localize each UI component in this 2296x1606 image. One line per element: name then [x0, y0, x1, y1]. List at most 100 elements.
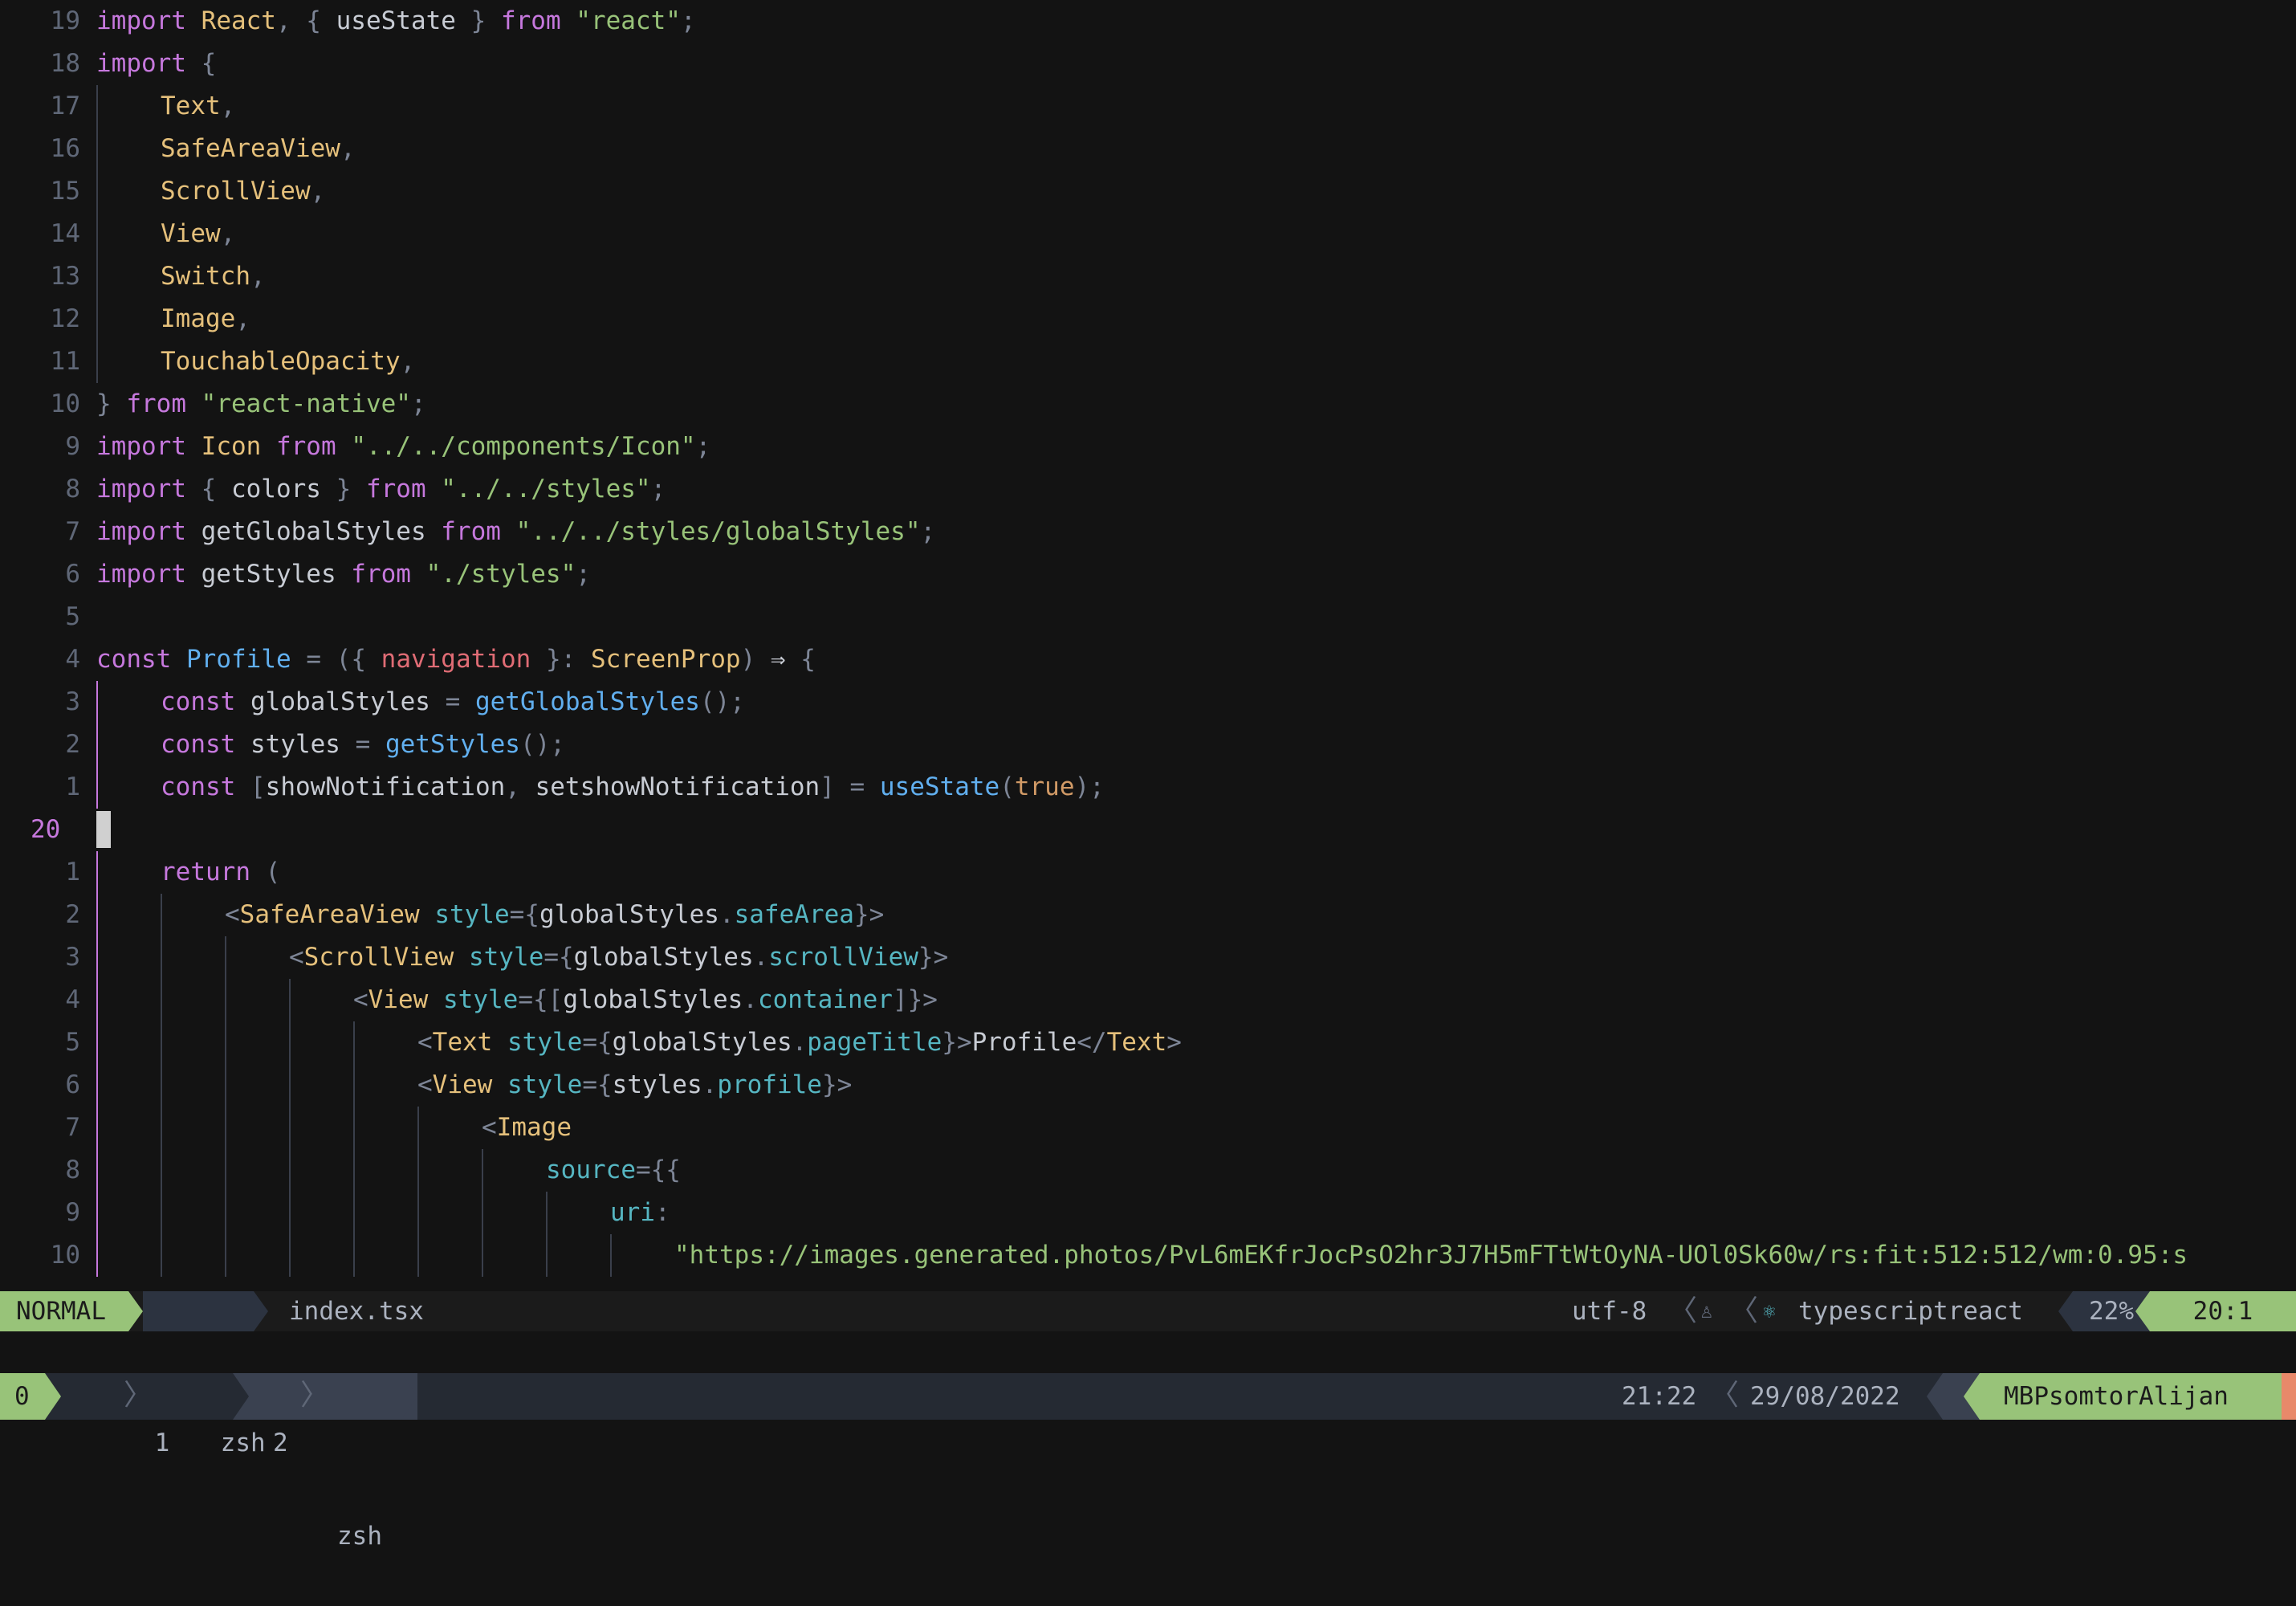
command-line[interactable]	[0, 1331, 2296, 1373]
code-token: ;	[920, 517, 936, 546]
tmux-window-2[interactable]: 2 〈 zsh	[249, 1373, 417, 1551]
code-line[interactable]: 16 SafeAreaView,	[0, 128, 2296, 170]
indent-guide	[161, 1021, 162, 1064]
line-number: 18	[50, 49, 80, 78]
current-line[interactable]: 20	[0, 809, 2296, 851]
code-line[interactable]: 1 const [showNotification, setshowNotific…	[0, 766, 2296, 809]
code-line[interactable]: 3 const globalStyles = getGlobalStyles();	[0, 681, 2296, 724]
position-separator	[2135, 1291, 2150, 1331]
code-token: Icon	[201, 432, 262, 461]
code-line[interactable]: 7 import getGlobalStyles from "../../styl…	[0, 511, 2296, 553]
percent-separator	[2058, 1291, 2073, 1331]
code-line[interactable]: 11 TouchableOpacity,	[0, 340, 2296, 383]
code-token: <	[482, 1113, 497, 1142]
code-token: setshowNotification	[535, 772, 820, 801]
code-token: from	[441, 517, 501, 546]
code-token: [	[235, 772, 266, 801]
code-line[interactable]: 2 const styles = getStyles();	[0, 724, 2296, 766]
code-line[interactable]: 9 import Icon from "../../components/Icon…	[0, 426, 2296, 468]
code-token: Text	[432, 1028, 493, 1057]
code-token: globalStyles	[563, 985, 743, 1014]
code-token: <	[417, 1070, 433, 1099]
code-line[interactable]: 9 uri:	[0, 1192, 2296, 1234]
code-line[interactable]: 14 View,	[0, 213, 2296, 255]
indent-guide	[96, 851, 98, 894]
line-number: 10	[50, 389, 80, 418]
code-token: React	[201, 6, 276, 35]
indent-guide	[96, 894, 98, 936]
code-line[interactable]: 10 "https://images.generated.photos/PvL6m…	[0, 1234, 2296, 1277]
line-number: 6	[65, 1070, 80, 1099]
code-token: ScreenProp	[590, 645, 741, 674]
cursor-position: 20:1	[2150, 1291, 2296, 1331]
indent-guide	[417, 1192, 419, 1234]
code-line[interactable]: 18 import {	[0, 43, 2296, 85]
code-token: style	[443, 985, 519, 1014]
code-text: <Image	[482, 1107, 572, 1149]
code-text: uri:	[610, 1192, 670, 1234]
code-token: <	[289, 943, 304, 972]
file-name: index.tsx	[289, 1297, 424, 1326]
indent-guide	[417, 1107, 419, 1149]
code-token: const	[161, 687, 236, 716]
indent-guide	[225, 1234, 226, 1277]
mode-separator	[128, 1291, 143, 1331]
code-token: getGlobalStyles	[185, 517, 442, 546]
indent-guide	[353, 1064, 355, 1107]
code-line[interactable]: 6 import getStyles from "./styles";	[0, 553, 2296, 596]
react-atom-icon: ⚛	[1763, 1299, 1776, 1323]
code-line[interactable]: 5	[0, 596, 2296, 638]
code-line[interactable]: 10 } from "react-native";	[0, 383, 2296, 426]
code-line[interactable]: 5 <Text style={globalStyles.pageTitle}>Pr…	[0, 1021, 2296, 1064]
encoding-separator: 〈	[1668, 1294, 1698, 1327]
line-number: 3	[65, 687, 80, 716]
code-token: globalStyles	[612, 1028, 792, 1057]
code-line[interactable]: 17 Text,	[0, 85, 2296, 128]
code-line[interactable]: 4 <View style={[globalStyles.container]}>	[0, 979, 2296, 1021]
code-token: Switch	[161, 262, 250, 291]
code-text: ScrollView,	[161, 170, 325, 213]
code-line[interactable]: 13 Switch,	[0, 255, 2296, 298]
code-token: Image	[496, 1113, 572, 1142]
code-text: } from "react-native";	[96, 383, 426, 426]
code-line[interactable]: 3 <ScrollView style={globalStyles.scrollV…	[0, 936, 2296, 979]
code-line[interactable]: 6 <View style={styles.profile}>	[0, 1064, 2296, 1107]
code-line[interactable]: 8 source={{	[0, 1149, 2296, 1192]
code-token: = ({	[306, 645, 381, 674]
line-number: 2	[65, 730, 80, 759]
code-line[interactable]: 8 import { colors } from "../../styles";	[0, 468, 2296, 511]
code-token: View	[368, 985, 429, 1014]
code-token: SafeAreaView	[161, 134, 340, 163]
code-token: style	[468, 943, 544, 972]
line-number: 5	[65, 602, 80, 631]
code-editor[interactable]: 19 import React, { useState } from "react…	[0, 0, 2296, 1291]
code-token: ] =	[820, 772, 880, 801]
code-line[interactable]: 12 Image,	[0, 298, 2296, 340]
code-line[interactable]: 2 <SafeAreaView style={globalStyles.safeA…	[0, 894, 2296, 936]
line-number: 17	[50, 92, 80, 120]
indent-guide	[353, 1021, 355, 1064]
linux-tux-icon: ♙	[1700, 1299, 1713, 1323]
code-token: <	[417, 1028, 433, 1057]
line-number: 4	[65, 985, 80, 1014]
code-line[interactable]: 4 const Profile = ({ navigation }: Screen…	[0, 638, 2296, 681]
code-line[interactable]: 19 import React, { useState } from "react…	[0, 0, 2296, 43]
line-number: 4	[65, 645, 80, 674]
code-text: <ScrollView style={globalStyles.scrollVi…	[289, 936, 948, 979]
indent-guide	[161, 1064, 162, 1107]
code-text: const Profile = ({ navigation }: ScreenP…	[96, 638, 816, 681]
code-line[interactable]: 1 return (	[0, 851, 2296, 894]
code-line[interactable]: 7 <Image	[0, 1107, 2296, 1149]
code-line[interactable]: 15 ScrollView,	[0, 170, 2296, 213]
code-text: "https://images.generated.photos/PvL6mEK…	[674, 1234, 2188, 1277]
tmux-session[interactable]: 0	[0, 1373, 45, 1420]
indent-guide	[225, 1021, 226, 1064]
vim-statusline: NORMAL ᛘ rtl index.tsx utf-8 〈 ♙ 〈 ⚛ typ…	[0, 1291, 2296, 1366]
code-token: =	[445, 687, 475, 716]
indent-guide	[161, 979, 162, 1021]
code-token: ,	[400, 347, 416, 376]
tmux-hostname: MBPsomtorAlijan	[1980, 1373, 2282, 1420]
indent-guide	[161, 1107, 162, 1149]
